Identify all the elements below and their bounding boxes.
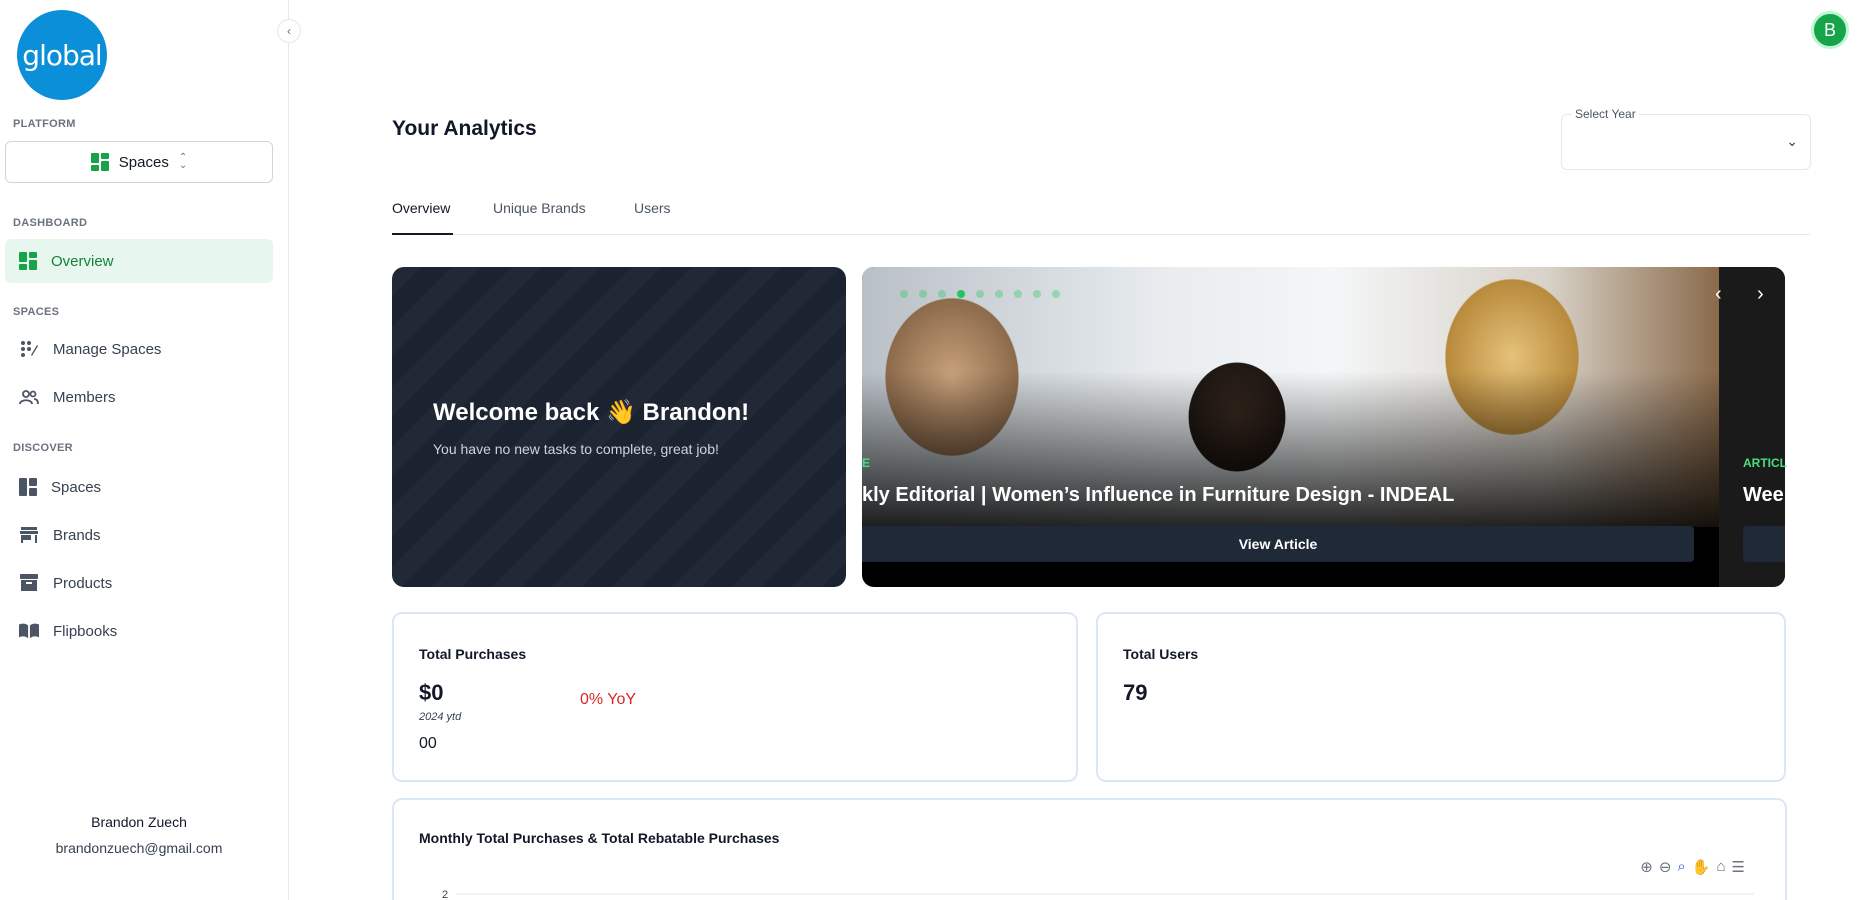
welcome-subtitle: You have no new tasks to complete, great… [433, 441, 719, 457]
sidebar-item-members[interactable]: Members [5, 375, 273, 419]
article-title: kly Editorial | Women’s Influence in Fur… [862, 484, 1455, 506]
article-carousel: ‹ › E kly Editorial | Women’s Influence … [862, 267, 1785, 587]
platform-selector[interactable]: Spaces ⌃ ⌄ [5, 141, 273, 183]
carousel-prev-icon[interactable]: ‹ [1715, 283, 1722, 306]
total-purchases-ytd: 2024 ytd [419, 711, 462, 723]
page-title: Your Analytics [392, 117, 537, 140]
chevron-down-icon: ⌄ [1786, 133, 1798, 149]
sidebar-item-overview[interactable]: Overview [5, 239, 273, 283]
collapse-sidebar-button[interactable]: ‹ [277, 19, 301, 43]
welcome-title: Welcome back 👋 Brandon! [433, 399, 750, 426]
sidebar-user-name: Brandon Zuech [91, 814, 187, 830]
total-users-value: 79 [1123, 680, 1148, 705]
welcome-background-pattern [392, 267, 846, 587]
spaces-icon [19, 478, 37, 496]
chevron-updown-icon: ⌃ ⌄ [178, 152, 188, 171]
chart-plot: 2 [442, 889, 1754, 900]
chart-title: Monthly Total Purchases & Total Rebatabl… [419, 830, 780, 846]
carousel-dot[interactable] [995, 290, 1003, 298]
total-purchases-value: $0 [419, 680, 444, 705]
tab-users[interactable]: Users [634, 200, 671, 235]
reset-home-icon[interactable]: ⌂ [1716, 858, 1725, 876]
store-icon [19, 525, 39, 545]
y-tick-label: 2 [442, 889, 448, 900]
chevron-left-icon: ‹ [287, 24, 291, 38]
carousel-dot[interactable] [919, 290, 927, 298]
sidebar-item-label: Brands [53, 526, 101, 544]
zoom-select-icon[interactable]: ⌕ [1677, 858, 1685, 876]
total-users-title: Total Users [1123, 646, 1199, 662]
brand-logo[interactable]: global [17, 10, 107, 100]
sidebar-item-label: Products [53, 574, 113, 592]
carousel-dot[interactable] [938, 290, 946, 298]
dashboard-icon [19, 252, 37, 270]
sidebar-item-label: Overview [51, 252, 114, 270]
total-purchases-card: Total Purchases $0 2024 ytd 00 0% YoY [392, 612, 1078, 782]
sidebar: global PLATFORM Spaces ⌃ ⌄ DASHBOARD Over… [0, 0, 289, 900]
select-year-dropdown[interactable]: Select Year ⌄ [1561, 107, 1811, 170]
manage-spaces-icon [19, 339, 39, 359]
next-view-article-button[interactable] [1743, 526, 1785, 562]
total-purchases-yoy: 0% YoY [580, 691, 637, 708]
carousel-dots [900, 290, 1060, 298]
sidebar-item-brands[interactable]: Brands [5, 513, 273, 557]
sidebar-item-flipbooks[interactable]: Flipbooks [5, 609, 273, 653]
carousel-next-icon[interactable]: › [1757, 283, 1764, 306]
pan-icon[interactable]: ✋ [1692, 858, 1711, 876]
carousel-dot[interactable] [1014, 290, 1022, 298]
chart-toolbar: ⊕ ⊖ ⌕ ✋ ⌂ ☰ [1640, 858, 1745, 876]
app-root: global PLATFORM Spaces ⌃ ⌄ DASHBOARD Over… [0, 0, 1863, 900]
zoom-out-icon[interactable]: ⊖ [1659, 858, 1672, 876]
archive-box-icon [19, 573, 39, 593]
monthly-purchases-chart-card: Monthly Total Purchases & Total Rebatabl… [392, 798, 1787, 900]
menu-icon[interactable]: ☰ [1732, 858, 1745, 876]
sidebar-item-label: Spaces [51, 478, 102, 496]
sidebar-item-label: Members [53, 388, 116, 406]
sidebar-item-label: Flipbooks [53, 622, 118, 640]
analytics-tabs: Overview Unique Brands Users [392, 200, 1810, 235]
article-category-tag: E [862, 456, 871, 470]
total-purchases-title: Total Purchases [419, 646, 527, 662]
spaces-grid-icon [90, 153, 109, 171]
sidebar-item-manage-spaces[interactable]: Manage Spaces [5, 327, 273, 371]
platform-selector-value: Spaces [118, 153, 169, 171]
open-book-icon [19, 621, 39, 641]
carousel-dot[interactable] [1052, 290, 1060, 298]
dashboard-section-label: DASHBOARD [13, 217, 88, 229]
discover-section-label: DISCOVER [13, 442, 73, 454]
total-purchases-subvalue: 00 [419, 735, 437, 752]
tab-overview[interactable]: Overview [392, 200, 453, 235]
welcome-card: Welcome back 👋 Brandon! You have no new … [392, 267, 846, 587]
carousel-dot[interactable] [976, 290, 984, 298]
sidebar-user-email: brandonzuech@gmail.com [55, 840, 223, 856]
user-avatar[interactable]: B [1811, 11, 1849, 49]
sidebar-item-label: Manage Spaces [53, 340, 162, 358]
zoom-in-icon[interactable]: ⊕ [1640, 858, 1653, 876]
next-article-title: Wee [1743, 484, 1784, 506]
sidebar-item-products[interactable]: Products [5, 561, 273, 605]
spaces-section-label: SPACES [13, 306, 60, 318]
platform-section-label: PLATFORM [13, 118, 76, 130]
carousel-dot[interactable] [900, 290, 908, 298]
select-year-label: Select Year [1572, 107, 1639, 121]
tab-unique-brands[interactable]: Unique Brands [493, 200, 586, 235]
sidebar-item-spaces[interactable]: Spaces [5, 465, 273, 509]
carousel-dot[interactable] [1033, 290, 1041, 298]
members-icon [19, 387, 39, 407]
total-users-card: Total Users 79 [1096, 612, 1786, 782]
carousel-dot[interactable] [957, 290, 965, 298]
next-article-category-tag: ARTICL [1743, 456, 1787, 470]
view-article-button[interactable]: View Article [862, 526, 1694, 562]
